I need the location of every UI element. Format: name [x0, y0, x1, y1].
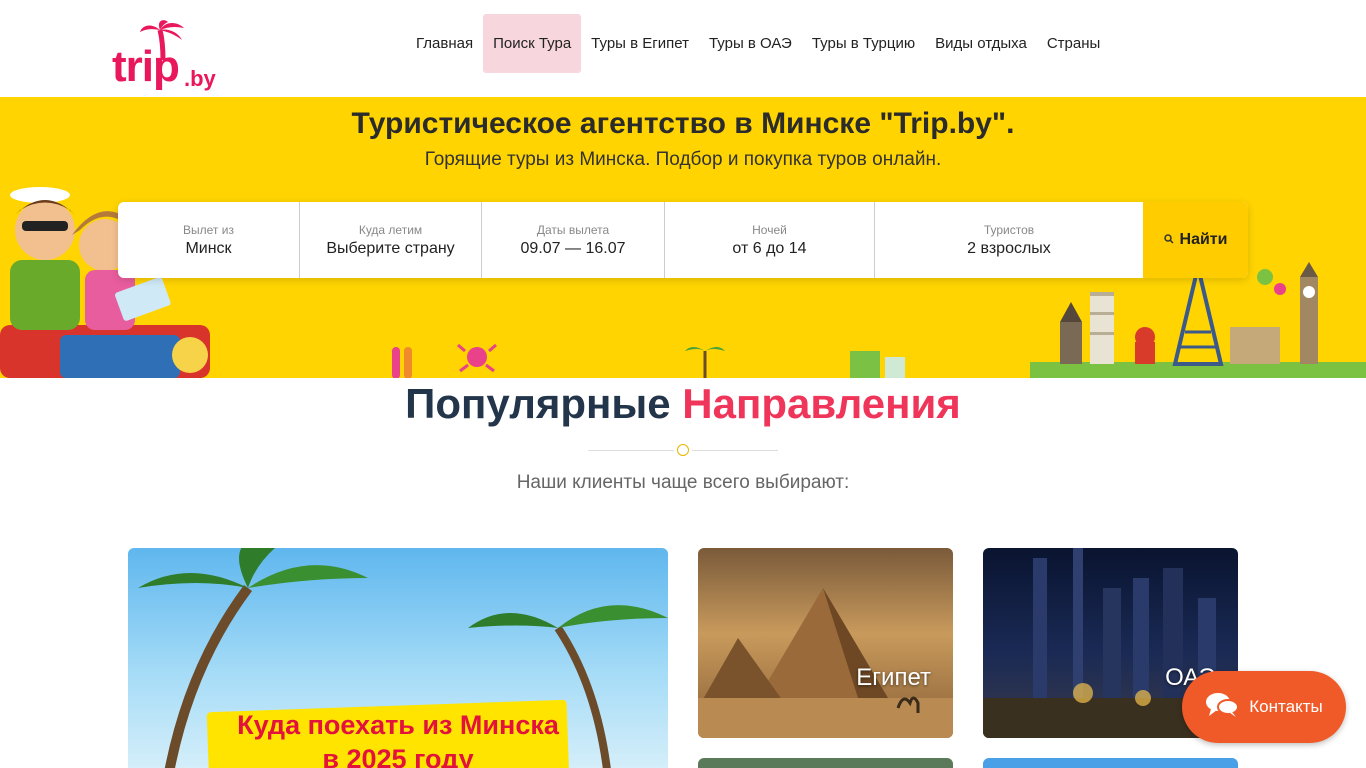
nav-item-turkey-tours[interactable]: Туры в Турцию [802, 14, 925, 73]
nav-item-egypt-tours[interactable]: Туры в Египет [581, 14, 699, 73]
card-egypt[interactable]: Египет [698, 548, 953, 738]
card-where-to-go-2025[interactable]: Куда поехать из Минска в 2025 году [128, 548, 668, 768]
destination-field[interactable]: Куда летим Выберите страну [300, 202, 482, 278]
main-nav: Главная Поиск Тура Туры в Египет Туры в … [406, 14, 1110, 73]
hero-title: Туристическое агентство в Минске "Trip.b… [351, 107, 1015, 140]
card-big-title-line2: в 2025 году [322, 744, 474, 768]
find-button-label: Найти [1179, 231, 1228, 248]
popular-title-main: Популярные [405, 380, 671, 427]
pyramids-image [698, 588, 953, 738]
section-divider [588, 444, 778, 456]
nav-item-home[interactable]: Главная [406, 14, 483, 73]
site-header: trip .by Главная Поиск Тура Туры в Египе… [0, 0, 1366, 97]
logo-text: trip [112, 42, 180, 91]
departure-value: Минск [185, 239, 232, 257]
hero-subtitle: Горящие туры из Минска. Подбор и покупка… [424, 149, 942, 170]
site-logo[interactable]: trip .by [112, 20, 224, 95]
contacts-button[interactable]: Контакты [1182, 671, 1346, 743]
popular-title: Популярные Направления [0, 380, 1366, 428]
card-egypt-label: Египет [856, 664, 931, 691]
tour-search-form: Вылет из Минск Куда летим Выберите стран… [118, 202, 1248, 278]
departure-field[interactable]: Вылет из Минск [118, 202, 300, 278]
nights-label: Ночей [752, 222, 787, 237]
tourists-field[interactable]: Туристов 2 взрослых [875, 202, 1143, 278]
card-destination-bottom-right[interactable] [983, 758, 1238, 768]
beach-icons-illustration [392, 343, 905, 378]
destination-value: Выберите страну [326, 239, 455, 257]
nights-field[interactable]: Ночей от 6 до 14 [665, 202, 875, 278]
departure-label: Вылет из [183, 222, 234, 237]
search-icon [1163, 233, 1174, 247]
logo-suffix: .by [184, 66, 216, 91]
hero-banner: Туристическое агентство в Минске "Trip.b… [0, 97, 1366, 378]
chat-bubbles-icon [1205, 691, 1240, 724]
nav-item-tour-search[interactable]: Поиск Тура [483, 14, 582, 73]
nights-value: от 6 до 14 [732, 239, 807, 257]
popular-title-accent: Направления [682, 380, 961, 427]
dates-field[interactable]: Даты вылета 09.07 — 16.07 [482, 202, 665, 278]
contacts-label: Контакты [1249, 697, 1323, 716]
card-destination-bottom-left[interactable] [698, 758, 953, 768]
find-button[interactable]: Найти [1143, 202, 1248, 278]
nav-item-countries[interactable]: Страны [1037, 14, 1110, 73]
popular-subtitle: Наши клиенты чаще всего выбирают: [516, 472, 850, 493]
tourists-label: Туристов [983, 222, 1035, 237]
destination-label: Куда летим [358, 222, 423, 237]
dates-label: Даты вылета [536, 222, 610, 237]
dates-value: 09.07 — 16.07 [520, 239, 626, 257]
nav-item-uae-tours[interactable]: Туры в ОАЭ [699, 14, 802, 73]
tourists-value: 2 взрослых [967, 239, 1051, 257]
divider-dot-icon [677, 444, 689, 456]
card-big-title-line1: Куда поехать из Минска [237, 710, 559, 740]
nav-item-holiday-types[interactable]: Виды отдыха [925, 14, 1037, 73]
